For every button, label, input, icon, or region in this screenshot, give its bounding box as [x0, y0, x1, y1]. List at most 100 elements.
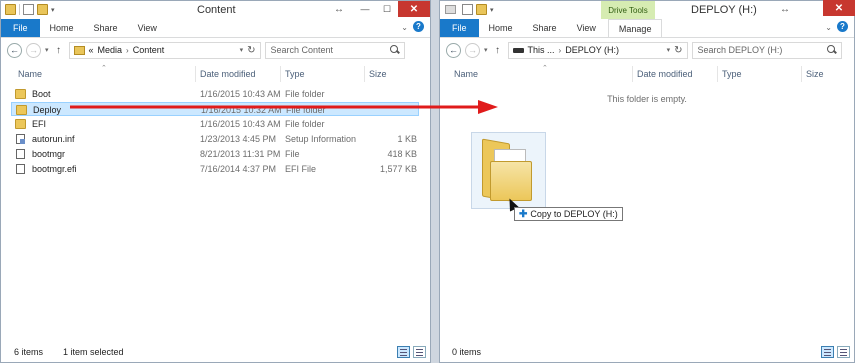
file-type: File folder	[285, 119, 325, 129]
column-divider[interactable]	[364, 66, 365, 82]
address-bar[interactable]: « Media › Content ▾ ↻	[68, 41, 261, 59]
forward-button[interactable]: →	[465, 42, 480, 58]
column-name[interactable]: Name	[454, 69, 478, 79]
refresh-icon[interactable]: ↻	[674, 45, 682, 56]
tab-view[interactable]: View	[567, 19, 606, 37]
address-dropdown-icon[interactable]: ▾	[667, 46, 671, 54]
recent-locations-icon[interactable]: ▾	[45, 46, 49, 54]
file-date-modified: 1/16/2015 10:43 AM	[200, 119, 281, 129]
tab-manage[interactable]: Manage	[607, 19, 663, 37]
quick-access-toolbar: ▾	[462, 4, 494, 15]
address-dropdown-icon[interactable]: ▾	[240, 46, 244, 54]
large-icons-view-button[interactable]	[837, 346, 850, 358]
title-bar: ▾ Drive Tools DEPLOY (H:) ↔	[440, 1, 854, 19]
help-icon[interactable]: ?	[837, 21, 848, 32]
search-icon[interactable]	[389, 44, 400, 55]
tab-home[interactable]: Home	[40, 19, 84, 37]
toolbar-divider	[19, 4, 20, 15]
tab-share[interactable]: Share	[523, 19, 567, 37]
ribbon-tabs: File Home Share View ⌄ ?	[1, 19, 430, 38]
file-name: Deploy	[33, 105, 62, 115]
file-icon	[16, 164, 25, 174]
expand-ribbon-icon[interactable]: ⌄	[401, 23, 408, 32]
file-type: EFI File	[285, 164, 317, 174]
forward-button[interactable]: →	[26, 42, 41, 58]
column-size[interactable]: Size	[369, 69, 387, 79]
column-type[interactable]: Type	[285, 69, 305, 79]
tab-share[interactable]: Share	[84, 19, 128, 37]
ribbon-tabs: File Home Share View Manage ⌄ ?	[440, 19, 854, 38]
column-name[interactable]: Name	[18, 69, 42, 79]
breadcrumb-deploy[interactable]: DEPLOY (H:)	[565, 45, 619, 55]
expand-ribbon-icon[interactable]: ⌄	[825, 23, 832, 32]
details-view-button[interactable]	[821, 346, 834, 358]
column-divider[interactable]	[195, 66, 196, 82]
customize-toolbar-icon[interactable]: ▾	[490, 6, 494, 14]
properties-icon[interactable]	[462, 4, 473, 15]
column-divider[interactable]	[801, 66, 802, 82]
column-size[interactable]: Size	[806, 69, 824, 79]
column-type[interactable]: Type	[722, 69, 742, 79]
table-row[interactable]: bootmgr 8/21/2013 11:31 PM File 418 KB	[11, 147, 419, 161]
chevron-right-icon[interactable]: ›	[126, 46, 129, 55]
column-date-modified[interactable]: Date modified	[637, 69, 693, 79]
folder-icon	[15, 119, 26, 129]
column-divider[interactable]	[280, 66, 281, 82]
file-type: Setup Information	[285, 134, 357, 144]
help-icon[interactable]: ?	[413, 21, 424, 32]
tab-view[interactable]: View	[128, 19, 167, 37]
back-button[interactable]: ←	[446, 42, 461, 58]
refresh-icon[interactable]: ↻	[247, 45, 255, 56]
column-date-modified[interactable]: Date modified	[200, 69, 256, 79]
new-folder-icon[interactable]	[37, 4, 48, 15]
file-name: bootmgr	[32, 149, 66, 159]
sort-caret-icon: ⌃	[101, 65, 107, 72]
breadcrumb-overflow[interactable]: «	[89, 45, 94, 55]
breadcrumb-this-pc[interactable]: This ...	[528, 45, 555, 55]
back-button[interactable]: ←	[7, 42, 22, 58]
file-name: Boot	[32, 89, 51, 99]
breadcrumb-content[interactable]: Content	[133, 45, 165, 55]
file-name: bootmgr.efi	[32, 164, 77, 174]
table-row[interactable]: EFI 1/16/2015 10:43 AM File folder	[11, 117, 419, 131]
up-button[interactable]: ↑	[53, 45, 65, 56]
file-name: EFI	[32, 119, 47, 129]
address-row: ← → ▾ ↑ « Media › Content ▾ ↻ Search Con…	[1, 39, 430, 61]
up-button[interactable]: ↑	[492, 45, 504, 56]
plus-icon: ✚	[519, 208, 528, 220]
address-bar[interactable]: This ... › DEPLOY (H:) ▾ ↻	[507, 41, 688, 59]
file-size: 418 KB	[387, 149, 417, 159]
folder-icon	[15, 89, 26, 99]
close-button[interactable]: ✕	[823, 0, 855, 16]
drive-tools-label: Drive Tools	[601, 1, 655, 19]
column-header: ⌃ Name Date modified Type Size	[440, 65, 854, 82]
minimize-button[interactable]: —	[354, 1, 376, 17]
file-date-modified: 7/16/2014 4:37 PM	[200, 164, 277, 174]
tab-file[interactable]: File	[440, 19, 479, 37]
details-view-button[interactable]	[397, 346, 410, 358]
large-icons-view-button[interactable]	[413, 346, 426, 358]
table-row[interactable]: autorun.inf 1/23/2013 4:45 PM Setup Inform…	[11, 132, 419, 146]
search-input[interactable]: Search Content	[264, 41, 405, 59]
properties-icon[interactable]	[23, 4, 34, 15]
breadcrumb-media[interactable]: Media	[98, 45, 123, 55]
chevron-right-icon[interactable]: ›	[559, 46, 562, 55]
quick-access-toolbar: ▾	[5, 4, 55, 15]
search-icon[interactable]	[826, 44, 837, 55]
close-button[interactable]: ✕	[398, 1, 430, 17]
new-folder-icon[interactable]	[476, 4, 487, 15]
folder-icon	[482, 138, 534, 202]
tab-home[interactable]: Home	[479, 19, 523, 37]
tab-file[interactable]: File	[1, 19, 40, 37]
recent-locations-icon[interactable]: ▾	[484, 46, 488, 54]
drive-icon	[512, 47, 524, 53]
customize-toolbar-icon[interactable]: ▾	[51, 6, 55, 14]
table-row[interactable]: bootmgr.efi 7/16/2014 4:37 PM EFI File 1,57…	[11, 162, 419, 176]
file-icon	[16, 149, 25, 159]
column-divider[interactable]	[632, 66, 633, 82]
maximize-button[interactable]: ☐	[376, 1, 398, 17]
selection-count: 1 item selected	[63, 347, 124, 357]
drive-icon	[445, 5, 456, 14]
column-divider[interactable]	[717, 66, 718, 82]
search-input[interactable]: Search DEPLOY (H:)	[691, 41, 842, 59]
